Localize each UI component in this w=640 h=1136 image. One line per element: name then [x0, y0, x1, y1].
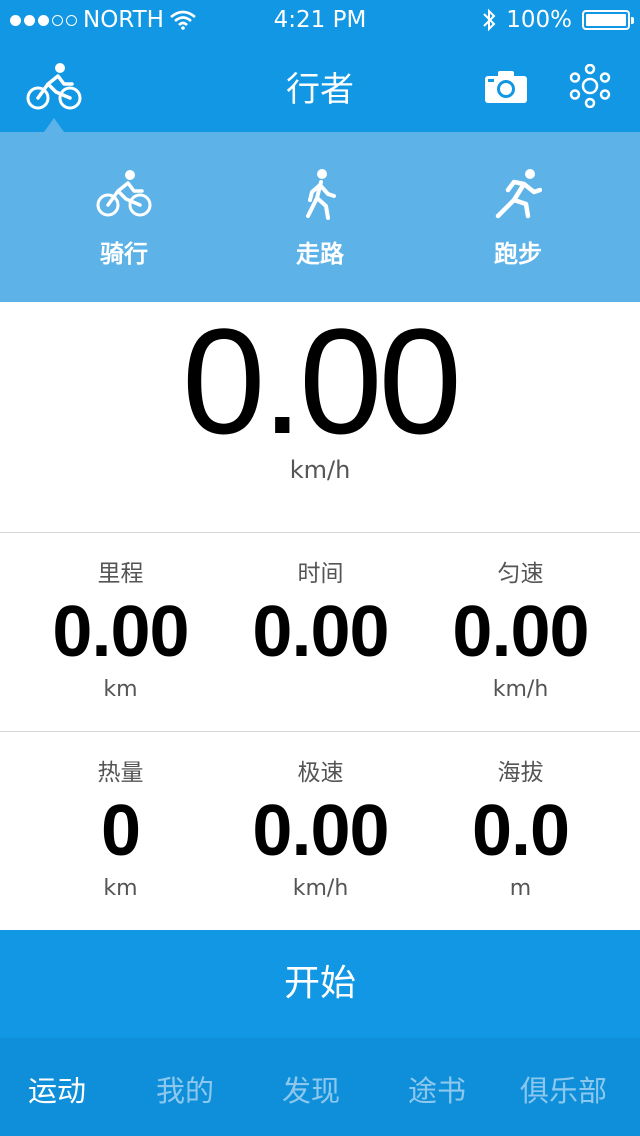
stat-value: 0.00 — [252, 592, 389, 672]
stat-avg-speed: 匀速 0.00 km/h — [414, 533, 627, 703]
mode-label: 骑行 — [100, 240, 148, 268]
speed-unit: km/h — [289, 456, 351, 484]
start-button[interactable]: 开始 — [0, 930, 640, 1038]
tab-club[interactable]: 俱乐部 — [520, 1068, 607, 1110]
stat-unit: km — [103, 876, 138, 901]
status-bar: NORTH 4:21 PM 100% — [0, 0, 640, 40]
stat-label: 里程 — [97, 561, 144, 587]
stat-label: 海拔 — [497, 760, 544, 786]
battery-icon — [582, 10, 634, 30]
tab-bar: 运动 我的 发现 途书 俱乐部 — [0, 1038, 640, 1136]
walking-icon — [306, 169, 336, 220]
stat-distance: 里程 0.00 km — [14, 533, 227, 703]
bluetooth-icon — [483, 8, 496, 32]
camera-icon[interactable] — [484, 70, 528, 104]
top-bar: NORTH 4:21 PM 100% 行者 — [0, 0, 640, 132]
stat-value: 0.00 — [52, 592, 189, 672]
stat-altitude: 海拔 0.0 m — [414, 732, 627, 902]
current-speed: 0.00 km/h — [0, 302, 640, 532]
running-icon — [495, 169, 542, 219]
stat-unit — [214, 677, 427, 703]
app-title: 行者 — [286, 70, 354, 110]
stat-unit: km/h — [492, 677, 549, 702]
battery-percent: 100% — [506, 7, 572, 33]
tab-discover[interactable]: 发现 — [282, 1068, 340, 1110]
mode-label: 跑步 — [494, 240, 542, 268]
tab-sport[interactable]: 运动 — [28, 1068, 86, 1110]
stats-row-2: 热量 0 km 极速 0.00 km/h 海拔 0.0 m — [0, 732, 640, 930]
stat-value: 0.00 — [452, 592, 589, 672]
stat-value: 0.00 — [252, 791, 389, 871]
mode-selector: 骑行 走路 跑步 — [0, 132, 640, 302]
speed-value: 0.00 — [182, 297, 462, 465]
tab-routebook[interactable]: 途书 — [408, 1068, 466, 1110]
stats-row-1: 里程 0.00 km 时间 0.00 匀速 0.00 km/h — [0, 533, 640, 731]
status-right: 100% — [482, 0, 634, 40]
mode-walking[interactable]: 走路 — [250, 168, 390, 269]
active-indicator — [44, 118, 64, 132]
bicycle-icon — [96, 170, 152, 217]
stat-value: 0 — [100, 791, 141, 871]
stat-label: 匀速 — [497, 561, 544, 587]
stat-calories: 热量 0 km — [14, 732, 227, 902]
stat-unit: m — [509, 876, 532, 901]
stat-time: 时间 0.00 — [214, 533, 427, 703]
mode-cycling[interactable]: 骑行 — [54, 168, 194, 269]
stat-unit: km — [103, 677, 138, 702]
settings-icon[interactable] — [568, 64, 612, 108]
mode-label: 走路 — [296, 240, 344, 268]
tab-mine[interactable]: 我的 — [156, 1068, 214, 1110]
mode-running[interactable]: 跑步 — [448, 168, 588, 269]
nav-bar: 行者 — [0, 40, 640, 132]
stat-label: 时间 — [297, 561, 344, 587]
stat-value: 0.0 — [471, 791, 570, 871]
stat-label: 热量 — [97, 760, 144, 786]
stat-max-speed: 极速 0.00 km/h — [214, 732, 427, 902]
stat-label: 极速 — [297, 760, 344, 786]
stat-unit: km/h — [292, 876, 349, 901]
